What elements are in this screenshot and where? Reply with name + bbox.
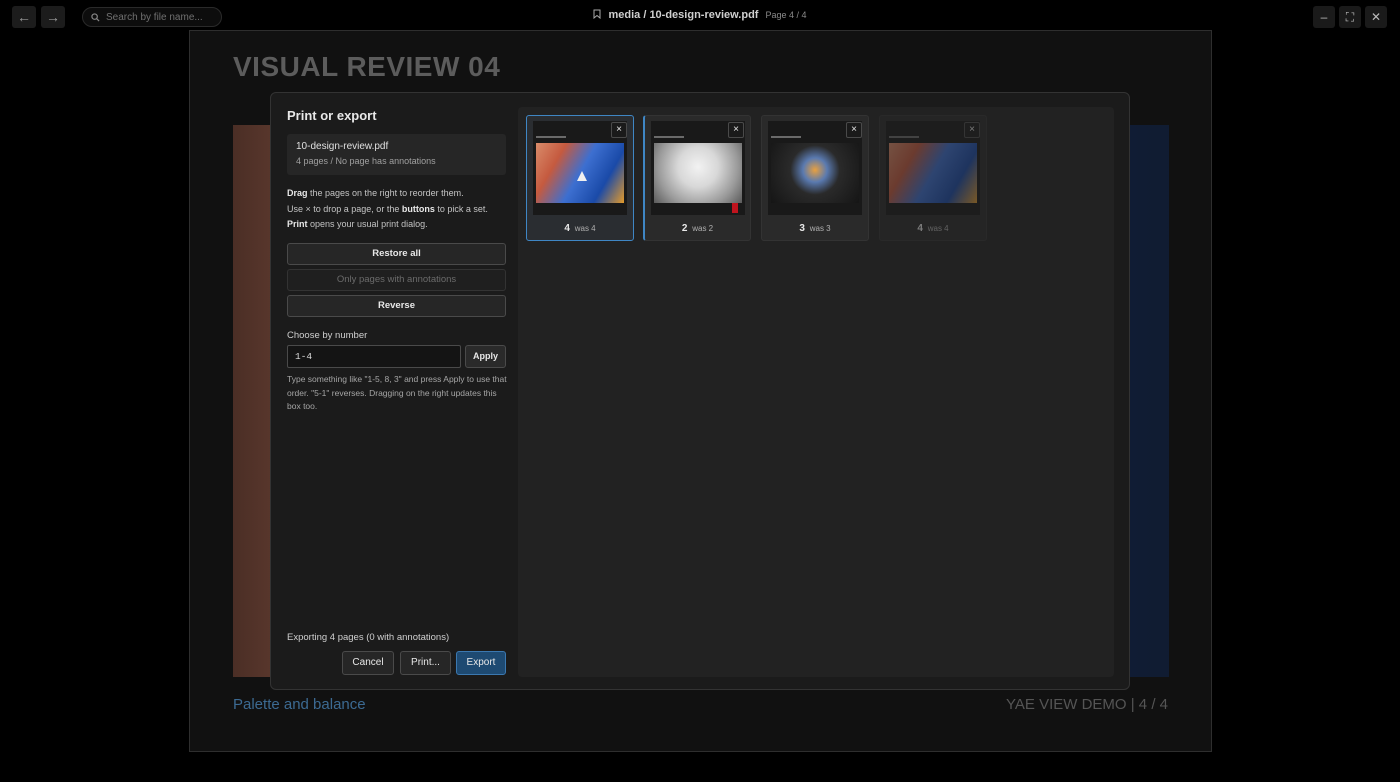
page-order-input[interactable] — [287, 345, 461, 368]
page-thumbnail[interactable]: × 2 was 2 — [643, 115, 751, 241]
thumbnail-label: 4 was 4 — [917, 223, 949, 234]
slide-caption: Palette and balance — [233, 696, 366, 713]
mouse-cursor-icon — [577, 171, 587, 181]
maximize-button[interactable]: ⛶ — [1339, 6, 1361, 28]
remove-page-button[interactable]: × — [964, 122, 980, 138]
apply-button[interactable]: Apply — [465, 345, 506, 368]
page-thumbnail[interactable]: × 4 was 4 — [879, 115, 987, 241]
remove-page-button[interactable]: × — [611, 122, 627, 138]
print-button[interactable]: Print... — [400, 651, 451, 675]
file-path: media / 10-design-review.pdf — [608, 9, 759, 21]
page-thumbnail[interactable]: × 4 was 4 — [526, 115, 634, 241]
page-order-help: Type something like "1-5, 8, 3" and pres… — [287, 374, 507, 411]
sculpture-image — [771, 143, 859, 203]
choose-by-number-label: Choose by number — [287, 330, 368, 341]
fruit-image — [889, 143, 977, 203]
page-thumbnails: × 4 was 4 × 2 was 2 × 3 was 3 × 4 was 4 — [518, 107, 1114, 677]
export-summary: Exporting 4 pages (0 with annotations) — [287, 632, 450, 643]
reverse-button[interactable]: Reverse — [287, 295, 506, 317]
export-button[interactable]: Export — [456, 651, 506, 675]
file-meta: 4 pages / No page has annotations — [296, 156, 436, 166]
thumbnail-label: 2 was 2 — [681, 223, 714, 234]
page-indicator: Page 4 / 4 — [765, 10, 807, 20]
slide-title: VISUAL REVIEW 04 — [233, 51, 501, 82]
bookmark-icon — [593, 9, 601, 20]
print-export-dialog: Print or export 10-design-review.pdf 4 p… — [270, 92, 1130, 690]
minimize-button[interactable]: – — [1313, 6, 1335, 28]
page-thumbnail[interactable]: × 3 was 3 — [761, 115, 869, 241]
slide-footer: YAE VIEW DEMO | 4 / 4 — [1006, 696, 1168, 713]
window-title: media / 10-design-review.pdf Page 4 / 4 — [0, 9, 1400, 21]
close-window-button[interactable]: ✕ — [1365, 6, 1387, 28]
only-annotated-button[interactable]: Only pages with annotations — [287, 269, 506, 291]
staircase-image — [654, 143, 742, 213]
thumbnail-label: 4 was 4 — [564, 223, 596, 234]
file-name: 10-design-review.pdf — [296, 141, 389, 152]
restore-all-button[interactable]: Restore all — [287, 243, 506, 265]
remove-page-button[interactable]: × — [728, 122, 744, 138]
cancel-button[interactable]: Cancel — [342, 651, 394, 675]
dialog-title: Print or export — [287, 108, 377, 123]
instructions: Drag the pages on the right to reorder t… — [287, 188, 488, 229]
remove-page-button[interactable]: × — [846, 122, 862, 138]
thumbnail-label: 3 was 3 — [799, 223, 831, 234]
file-info-card: 10-design-review.pdf 4 pages / No page h… — [287, 134, 506, 175]
